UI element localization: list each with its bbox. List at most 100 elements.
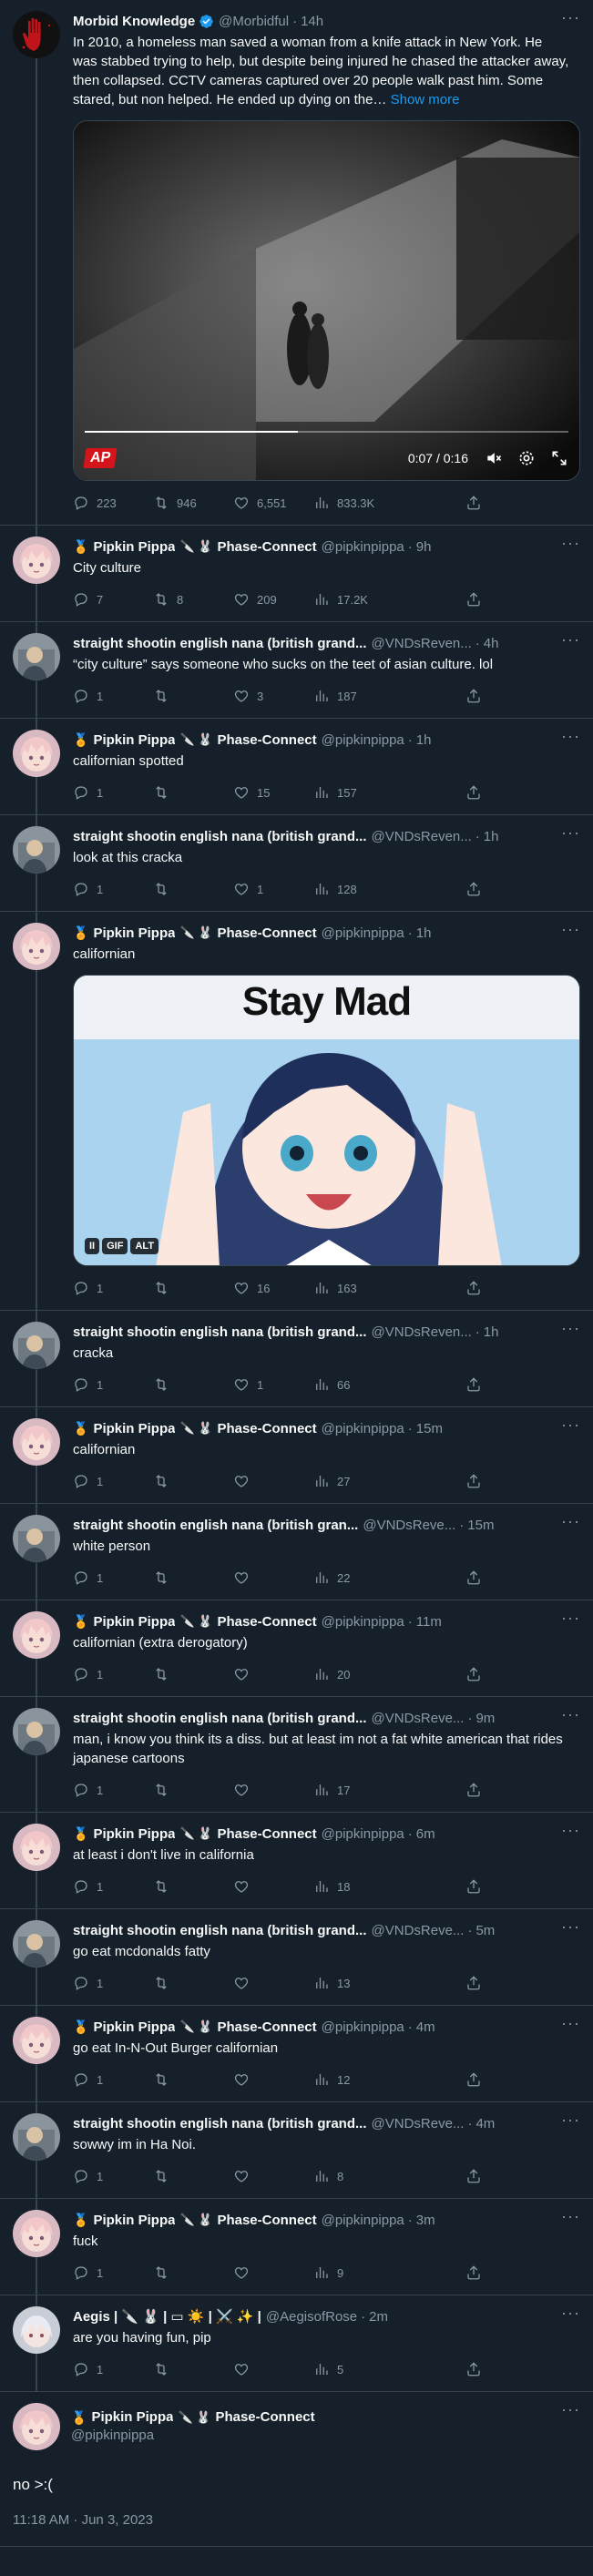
share-button[interactable] [465,1376,489,1393]
reply-button[interactable]: 1 [73,1975,153,1991]
tweet[interactable]: straight shootin english nana (british g… [0,1504,593,1600]
tweet[interactable]: Morbid Knowledge @Morbidful · 14h ··· In… [0,0,593,526]
tweet[interactable]: 🏅 Pipkin Pippa 🔪 🐰 Phase-Connect @pipkinp… [0,2199,593,2295]
tweet[interactable]: straight shootin english nana (british g… [0,2102,593,2199]
gif-media[interactable]: Stay Mad II GIF ALT [73,975,580,1266]
display-name[interactable]: straight shootin english nana (british g… [73,1324,367,1340]
more-options-icon[interactable]: ··· [561,1706,580,1722]
reply-button[interactable]: 1 [73,1782,153,1798]
share-button[interactable] [465,591,489,608]
share-button[interactable] [465,784,489,801]
reply-button[interactable]: 1 [73,1878,153,1895]
avatar[interactable] [13,1322,60,1369]
avatar[interactable] [13,2306,60,2354]
more-options-icon[interactable]: ··· [561,1416,580,1433]
timestamp[interactable]: 15m [467,1518,494,1533]
views-button[interactable]: 22 [313,1569,394,1586]
share-button[interactable] [465,688,489,704]
avatar[interactable] [13,1824,60,1871]
user-handle[interactable]: @pipkinpippa [322,732,404,748]
like-button[interactable] [233,2264,313,2281]
tweet[interactable]: straight shootin english nana (british g… [0,622,593,719]
more-options-icon[interactable]: ··· [561,535,580,551]
user-handle[interactable]: @VNDsReve... [372,1923,465,1938]
more-options-icon[interactable]: ··· [561,2111,580,2128]
retweet-button[interactable] [153,1878,233,1895]
more-options-icon[interactable]: ··· [561,631,580,648]
retweet-button[interactable] [153,2264,233,2281]
avatar[interactable] [13,1418,60,1466]
display-name[interactable]: Pipkin Pippa [91,2408,173,2427]
timestamp[interactable]: 1h [484,829,499,844]
views-button[interactable]: 157 [313,784,394,801]
retweet-button[interactable] [153,688,233,704]
retweet-button[interactable] [153,2361,233,2377]
show-more-link[interactable]: Show more [391,92,460,107]
share-button[interactable] [465,2168,489,2184]
views-button[interactable]: 17 [313,1782,394,1798]
reply-button[interactable]: 1 [73,2361,153,2377]
tweet[interactable]: 🏅 Pipkin Pippa 🔪 🐰 Phase-Connect @pipkinp… [0,912,593,1311]
timestamp[interactable]: 9m [475,1711,495,1726]
avatar[interactable] [13,826,60,874]
more-options-icon[interactable]: ··· [561,1320,580,1336]
like-button[interactable]: 6,551 [233,495,313,511]
timestamp[interactable]: 5m [475,1923,495,1938]
user-handle[interactable]: @pipkinpippa [322,2019,404,2035]
retweet-button[interactable] [153,1666,233,1682]
like-button[interactable] [233,1878,313,1895]
more-options-icon[interactable]: ··· [561,1513,580,1529]
retweet-button[interactable] [153,2168,233,2184]
like-button[interactable] [233,2361,313,2377]
views-button[interactable]: 13 [313,1975,394,1991]
retweet-button[interactable] [153,1975,233,1991]
retweet-button[interactable] [153,1280,233,1296]
like-button[interactable]: 1 [233,881,313,897]
reply-button[interactable]: 1 [73,2071,153,2088]
avatar[interactable] [13,537,60,584]
share-button[interactable] [465,495,489,511]
like-button[interactable] [233,1473,313,1489]
display-name[interactable]: straight shootin english nana (british g… [73,1923,367,1938]
user-handle[interactable]: @VNDsReven... [372,1324,472,1340]
gif-badge-iipause[interactable]: II [85,1238,100,1254]
share-button[interactable] [465,1280,489,1296]
views-button[interactable]: 20 [313,1666,394,1682]
user-handle[interactable]: @pipkinpippa [322,1614,404,1630]
reply-button[interactable]: 1 [73,1666,153,1682]
user-handle[interactable]: @VNDsReve... [372,1711,465,1726]
like-button[interactable] [233,1975,313,1991]
more-options-icon[interactable]: ··· [561,921,580,937]
timestamp[interactable]: 1h [416,732,432,748]
retweet-button[interactable] [153,881,233,897]
share-button[interactable] [465,2071,489,2088]
reply-button[interactable]: 1 [73,1473,153,1489]
reply-button[interactable]: 1 [73,2264,153,2281]
user-handle[interactable]: @AegisofRose [266,2309,357,2325]
like-button[interactable]: 1 [233,1376,313,1393]
fullscreen-icon[interactable] [550,449,568,467]
user-handle[interactable]: @pipkinpippa [322,2213,404,2228]
share-button[interactable] [465,2264,489,2281]
views-button[interactable]: 17.2K [313,591,394,608]
display-name[interactable]: Pipkin Pippa [93,1826,175,1842]
views-button[interactable]: 12 [313,2071,394,2088]
like-button[interactable] [233,1782,313,1798]
like-button[interactable] [233,1569,313,1586]
timestamp[interactable]: 2m [369,2309,388,2325]
more-options-icon[interactable]: ··· [561,1918,580,1935]
more-options-icon[interactable]: ··· [561,2015,580,2031]
user-handle[interactable]: @VNDsReve... [363,1518,455,1533]
avatar[interactable] [13,2113,60,2161]
share-button[interactable] [465,1782,489,1798]
more-options-icon[interactable]: ··· [561,2401,580,2418]
tweet[interactable]: 🏅 Pipkin Pippa 🔪 🐰 Phase-Connect @pipkinp… [0,1813,593,1909]
user-handle[interactable]: @VNDsReve... [372,2116,465,2131]
more-options-icon[interactable]: ··· [561,728,580,744]
views-button[interactable]: 66 [313,1376,394,1393]
tweet[interactable]: straight shootin english nana (british g… [0,815,593,912]
views-button[interactable]: 8 [313,2168,394,2184]
like-button[interactable] [233,1666,313,1682]
display-name[interactable]: straight shootin english nana (british g… [73,1711,367,1726]
avatar[interactable] [13,2017,60,2064]
